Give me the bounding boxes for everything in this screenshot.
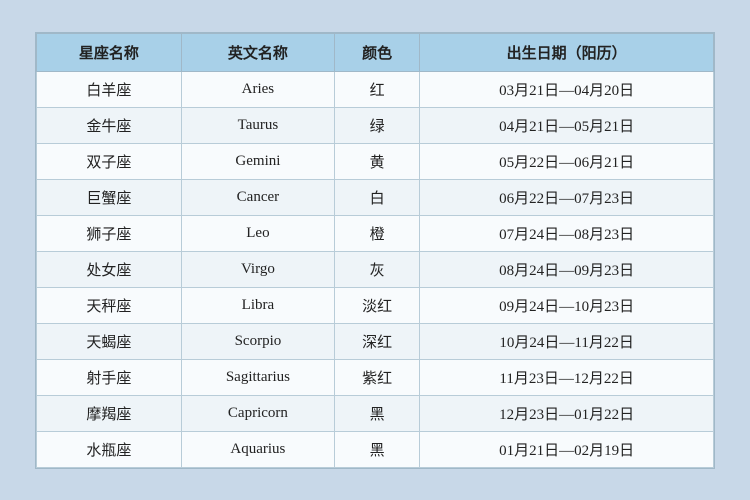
cell-chinese-name: 射手座 xyxy=(37,359,182,395)
cell-dates: 01月21日—02月19日 xyxy=(420,431,714,467)
cell-dates: 12月23日—01月22日 xyxy=(420,395,714,431)
table-row: 处女座Virgo灰08月24日—09月23日 xyxy=(37,251,714,287)
cell-dates: 11月23日—12月22日 xyxy=(420,359,714,395)
cell-color: 黑 xyxy=(334,395,419,431)
table-row: 白羊座Aries红03月21日—04月20日 xyxy=(37,71,714,107)
cell-chinese-name: 狮子座 xyxy=(37,215,182,251)
cell-dates: 05月22日—06月21日 xyxy=(420,143,714,179)
cell-chinese-name: 白羊座 xyxy=(37,71,182,107)
cell-color: 黑 xyxy=(334,431,419,467)
cell-english-name: Virgo xyxy=(181,251,334,287)
cell-chinese-name: 天秤座 xyxy=(37,287,182,323)
table-row: 天蝎座Scorpio深红10月24日—11月22日 xyxy=(37,323,714,359)
cell-color: 白 xyxy=(334,179,419,215)
header-english-name: 英文名称 xyxy=(181,33,334,71)
cell-dates: 07月24日—08月23日 xyxy=(420,215,714,251)
table-body: 白羊座Aries红03月21日—04月20日金牛座Taurus绿04月21日—0… xyxy=(37,71,714,467)
cell-dates: 06月22日—07月23日 xyxy=(420,179,714,215)
cell-english-name: Capricorn xyxy=(181,395,334,431)
table-row: 双子座Gemini黄05月22日—06月21日 xyxy=(37,143,714,179)
cell-color: 紫红 xyxy=(334,359,419,395)
header-dates: 出生日期（阳历） xyxy=(420,33,714,71)
cell-chinese-name: 巨蟹座 xyxy=(37,179,182,215)
cell-dates: 04月21日—05月21日 xyxy=(420,107,714,143)
cell-color: 淡红 xyxy=(334,287,419,323)
cell-english-name: Aquarius xyxy=(181,431,334,467)
cell-color: 黄 xyxy=(334,143,419,179)
cell-color: 灰 xyxy=(334,251,419,287)
cell-english-name: Taurus xyxy=(181,107,334,143)
cell-chinese-name: 摩羯座 xyxy=(37,395,182,431)
cell-chinese-name: 处女座 xyxy=(37,251,182,287)
cell-dates: 10月24日—11月22日 xyxy=(420,323,714,359)
cell-color: 绿 xyxy=(334,107,419,143)
table-row: 天秤座Libra淡红09月24日—10月23日 xyxy=(37,287,714,323)
cell-english-name: Scorpio xyxy=(181,323,334,359)
table-row: 摩羯座Capricorn黑12月23日—01月22日 xyxy=(37,395,714,431)
cell-color: 橙 xyxy=(334,215,419,251)
cell-english-name: Cancer xyxy=(181,179,334,215)
cell-chinese-name: 双子座 xyxy=(37,143,182,179)
table-header-row: 星座名称 英文名称 颜色 出生日期（阳历） xyxy=(37,33,714,71)
cell-english-name: Gemini xyxy=(181,143,334,179)
table-row: 金牛座Taurus绿04月21日—05月21日 xyxy=(37,107,714,143)
cell-dates: 08月24日—09月23日 xyxy=(420,251,714,287)
cell-chinese-name: 金牛座 xyxy=(37,107,182,143)
cell-color: 红 xyxy=(334,71,419,107)
cell-english-name: Sagittarius xyxy=(181,359,334,395)
zodiac-table-container: 星座名称 英文名称 颜色 出生日期（阳历） 白羊座Aries红03月21日—04… xyxy=(35,32,715,469)
cell-color: 深红 xyxy=(334,323,419,359)
table-row: 水瓶座Aquarius黑01月21日—02月19日 xyxy=(37,431,714,467)
table-row: 巨蟹座Cancer白06月22日—07月23日 xyxy=(37,179,714,215)
cell-dates: 03月21日—04月20日 xyxy=(420,71,714,107)
header-chinese-name: 星座名称 xyxy=(37,33,182,71)
cell-chinese-name: 水瓶座 xyxy=(37,431,182,467)
cell-chinese-name: 天蝎座 xyxy=(37,323,182,359)
table-row: 射手座Sagittarius紫红11月23日—12月22日 xyxy=(37,359,714,395)
cell-english-name: Leo xyxy=(181,215,334,251)
zodiac-table: 星座名称 英文名称 颜色 出生日期（阳历） 白羊座Aries红03月21日—04… xyxy=(36,33,714,468)
cell-english-name: Aries xyxy=(181,71,334,107)
cell-dates: 09月24日—10月23日 xyxy=(420,287,714,323)
header-color: 颜色 xyxy=(334,33,419,71)
cell-english-name: Libra xyxy=(181,287,334,323)
table-row: 狮子座Leo橙07月24日—08月23日 xyxy=(37,215,714,251)
